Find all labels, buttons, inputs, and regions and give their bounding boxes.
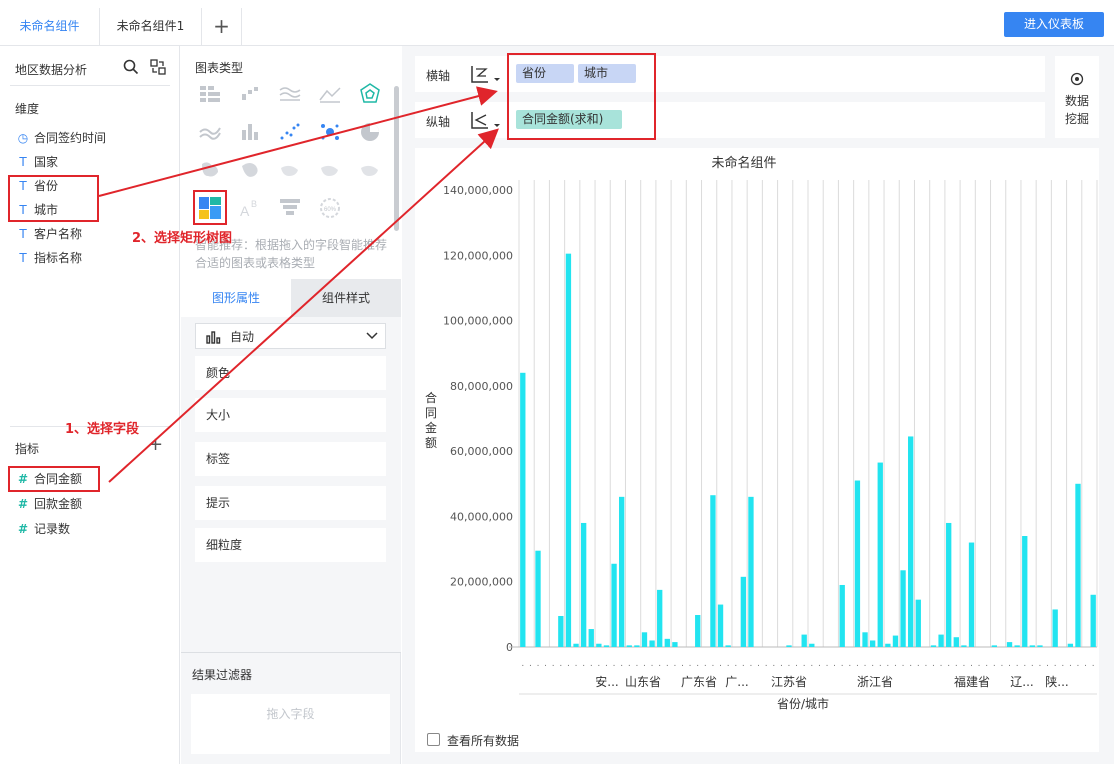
annotation-box-treemap	[193, 190, 227, 225]
annotation-step-2: 2、选择矩形树图	[132, 231, 233, 246]
annotation-box-dimensions	[8, 175, 99, 222]
annotation-arrow-2	[108, 128, 499, 483]
annotation-arrow-1	[98, 86, 498, 197]
annotation-box-axes	[507, 53, 656, 140]
annotation-step-1: 1、选择字段	[65, 422, 140, 437]
annotation-box-metric	[8, 466, 100, 492]
